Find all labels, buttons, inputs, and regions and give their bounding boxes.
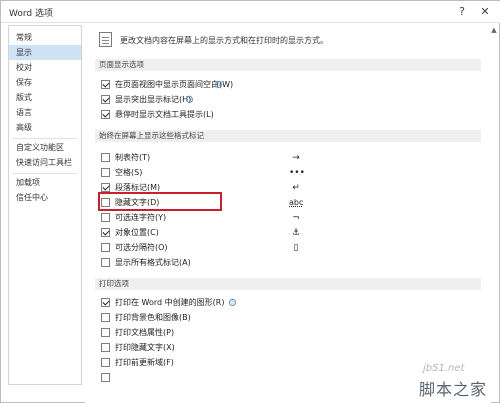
sidebar-item-save[interactable]: 保存 xyxy=(9,75,81,90)
section-print: 打印选项 xyxy=(95,278,481,290)
info-icon: ⓘ xyxy=(215,81,222,88)
optional-hyphen-icon: ¬ xyxy=(292,213,300,223)
checkbox[interactable] xyxy=(101,228,110,237)
section-page-display: 页面显示选项 xyxy=(95,59,481,71)
sidebar-item-customize-ribbon[interactable]: 自定义功能区 xyxy=(9,140,81,155)
space-dots-icon: ••• xyxy=(289,168,305,178)
sidebar-item-language[interactable]: 语言 xyxy=(9,105,81,120)
checkbox[interactable] xyxy=(101,168,110,177)
checkbox[interactable] xyxy=(101,298,110,307)
help-button[interactable]: ? xyxy=(453,3,471,21)
checkbox[interactable] xyxy=(101,95,110,104)
panel-description: 更改文档内容在屏幕上的显示方式和在打印时的显示方式。 xyxy=(120,36,328,45)
sidebar-item-proofing[interactable]: 校对 xyxy=(9,60,81,75)
watermark-brand: 脚本之家 xyxy=(419,380,488,399)
close-button[interactable]: ✕ xyxy=(476,3,494,21)
checkbox[interactable] xyxy=(101,213,110,222)
checkbox[interactable] xyxy=(101,258,110,267)
checkbox[interactable] xyxy=(101,313,110,322)
sidebar-item-typography[interactable]: 版式 xyxy=(9,90,81,105)
sidebar-item-general[interactable]: 常规 xyxy=(9,30,81,45)
hidden-text-highlight-box xyxy=(98,192,222,211)
tab-arrow-icon: → xyxy=(292,153,300,163)
checkbox[interactable] xyxy=(101,110,110,119)
title-bar: Word 选项 ? ✕ xyxy=(1,1,500,23)
sidebar-item-display[interactable]: 显示 xyxy=(9,45,81,60)
sidebar-item-add-ins[interactable]: 加载项 xyxy=(9,175,81,190)
display-options-panel: 更改文档内容在屏幕上的显示方式和在打印时的显示方式。 页面显示选项 在页面视图中… xyxy=(85,25,491,403)
section-formatting-marks: 始终在屏幕上显示这些格式标记 xyxy=(95,130,481,142)
scroll-up-arrow-icon[interactable]: ▲ xyxy=(489,25,499,35)
checkbox[interactable] xyxy=(101,373,110,382)
sidebar: 常规 显示 校对 保存 版式 语言 高级 自定义功能区 快速访问工具栏 加载项 … xyxy=(8,25,82,385)
sidebar-item-advanced[interactable]: 高级 xyxy=(9,120,81,135)
checkbox[interactable] xyxy=(101,358,110,367)
checkbox[interactable] xyxy=(101,243,110,252)
window-title: Word 选项 xyxy=(9,9,53,19)
hidden-text-icon: abc xyxy=(289,198,304,207)
optional-break-icon: ▯ xyxy=(293,243,299,253)
sidebar-item-trust-center[interactable]: 信任中心 xyxy=(9,190,81,205)
watermark: jb51.net 脚本之家 xyxy=(419,363,499,401)
checkbox[interactable] xyxy=(101,343,110,352)
sidebar-item-quick-access-toolbar[interactable]: 快速访问工具栏 xyxy=(9,155,81,170)
word-options-dialog: Word 选项 ? ✕ 常规 显示 校对 保存 版式 语言 高级 自定义功能区 … xyxy=(0,0,500,403)
watermark-url: jb51.net xyxy=(423,363,465,374)
checkbox[interactable] xyxy=(101,328,110,337)
document-icon xyxy=(99,32,112,47)
checkbox[interactable] xyxy=(101,153,110,162)
paragraph-mark-icon: ↵ xyxy=(292,183,300,193)
sidebar-divider xyxy=(13,138,77,139)
checkbox[interactable] xyxy=(101,183,110,192)
anchor-icon: ⚓ xyxy=(291,228,301,238)
sidebar-divider xyxy=(13,173,77,174)
info-icon: ⓘ xyxy=(229,299,236,306)
info-icon: ⓘ xyxy=(186,96,193,103)
checkbox[interactable] xyxy=(101,80,110,89)
